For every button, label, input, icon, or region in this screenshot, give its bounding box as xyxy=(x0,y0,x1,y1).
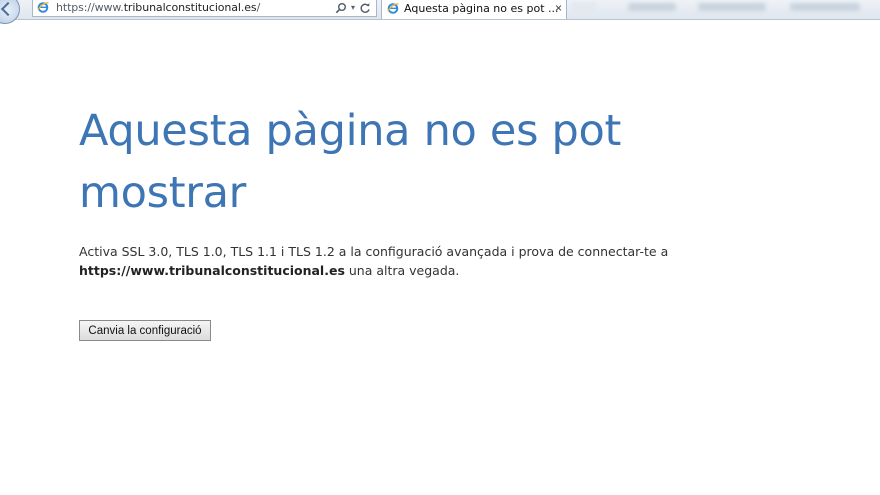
url-domain: tribunalconstitucional.es xyxy=(123,1,257,14)
change-settings-button[interactable]: Canvia la configuració xyxy=(79,320,211,341)
url-prefix: https://www. xyxy=(56,1,124,14)
message-text: Activa SSL 3.0, TLS 1.0, TLS 1.1 i TLS 1… xyxy=(79,244,669,259)
url-text: https://www.tribunalconstitucional.es/ xyxy=(56,0,260,15)
refresh-icon[interactable] xyxy=(359,2,371,14)
search-icon[interactable] xyxy=(335,2,347,14)
ie-tab-icon xyxy=(387,3,399,14)
tab-active[interactable]: Aquesta pàgina no es pot ... × xyxy=(381,0,567,19)
error-message: Activa SSL 3.0, TLS 1.0, TLS 1.1 i TLS 1… xyxy=(79,242,719,280)
browser-toolbar: https://www.tribunalconstitucional.es/ ▾… xyxy=(0,0,880,24)
blurred-toolbar-item xyxy=(628,3,676,11)
message-url: https://www.tribunalconstitucional.es xyxy=(79,263,345,278)
back-button[interactable] xyxy=(0,0,20,24)
url-suffix: / xyxy=(256,1,261,14)
message-text-end: una altra vegada. xyxy=(344,263,460,278)
page-title: Aquesta pàgina no es pot mostrar xyxy=(79,106,622,218)
close-tab-icon[interactable]: × xyxy=(555,0,562,17)
blurred-tab[interactable] xyxy=(572,2,596,16)
address-tools: ▾ xyxy=(335,0,371,16)
address-bar[interactable]: https://www.tribunalconstitucional.es/ ▾ xyxy=(32,0,377,17)
ie-page-icon xyxy=(37,2,49,13)
search-dropdown-icon[interactable]: ▾ xyxy=(351,0,355,16)
blurred-toolbar-item xyxy=(698,3,766,11)
tab-title: Aquesta pàgina no es pot ... xyxy=(404,2,559,15)
blurred-toolbar-item xyxy=(790,3,860,11)
